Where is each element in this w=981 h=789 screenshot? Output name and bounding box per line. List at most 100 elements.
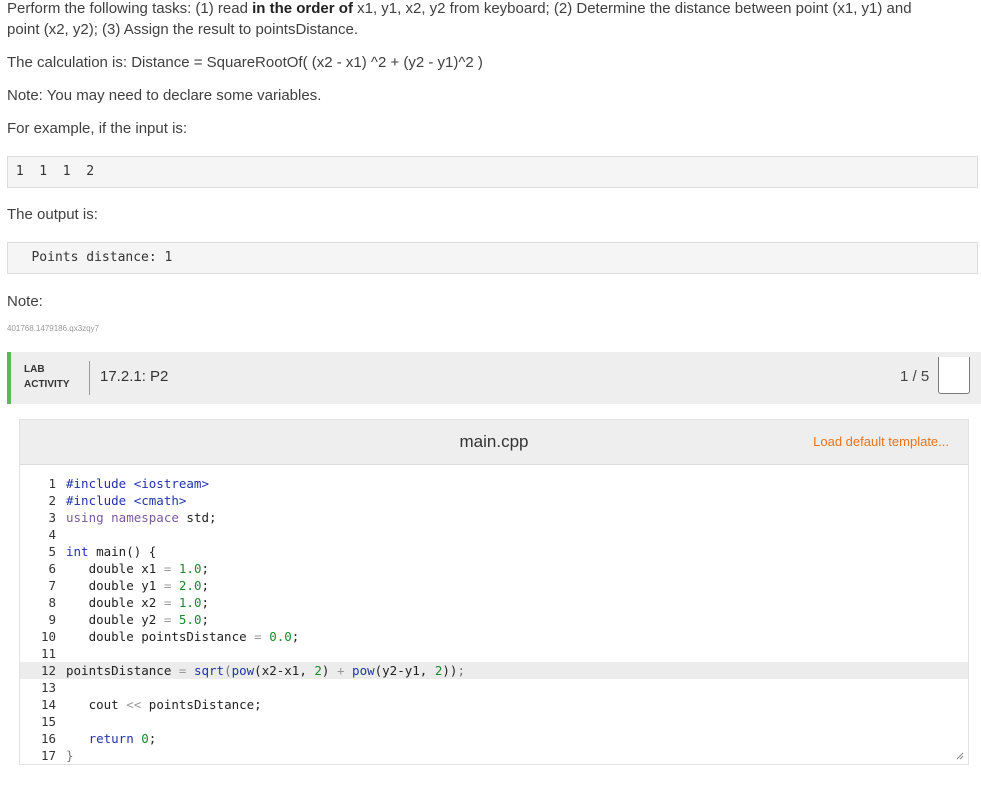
example-input-text: 1 1 1 2: [8, 164, 95, 179]
code-line[interactable]: 13: [20, 679, 968, 696]
line-number: 8: [48, 595, 56, 610]
code-text[interactable]: double pointsDistance = 0.0;: [66, 628, 300, 645]
code-text[interactable]: cout << pointsDistance;: [66, 696, 262, 713]
code-token: 2.0: [178, 578, 202, 593]
code-line[interactable]: 14 cout << pointsDistance;: [20, 696, 968, 713]
line-number: 5: [48, 544, 56, 559]
code-token: #include <iostream>: [66, 476, 209, 491]
line-number: 7: [48, 578, 56, 593]
code-token: #include <cmath>: [66, 493, 187, 508]
code-text[interactable]: double x1 = 1.0;: [66, 560, 209, 577]
code-token: (x2-x1,: [254, 663, 315, 678]
instruction-text-rest: x1, y1, x2, y2 from keyboard; (2) Determ…: [352, 0, 912, 17]
line-number: 16: [40, 731, 56, 746]
note-declare-text: Note: You may need to declare some varia…: [7, 87, 322, 104]
code-token: pow: [352, 663, 375, 678]
lab-label-line1: LAB: [24, 364, 45, 375]
code-token: ;: [201, 561, 210, 576]
code-text[interactable]: #include <iostream>: [66, 475, 209, 492]
code-token: pointsDistance: [66, 663, 179, 678]
code-token: return: [66, 731, 134, 746]
code-token: )): [442, 663, 458, 678]
code-token: 2: [314, 663, 322, 678]
code-line[interactable]: 1 #include <iostream>: [20, 475, 968, 492]
code-token: double pointsDistance: [66, 629, 255, 644]
code-token: ;: [291, 629, 300, 644]
load-default-template-link[interactable]: Load default template...: [813, 434, 949, 449]
code-line[interactable]: 12 pointsDistance = sqrt(pow(x2-x1, 2) + …: [20, 662, 968, 679]
code-text[interactable]: double y1 = 2.0;: [66, 577, 209, 594]
code-token: std;: [178, 510, 217, 525]
line-number: 2: [48, 493, 56, 508]
completion-badge-icon: [938, 357, 970, 394]
line-number: 13: [40, 680, 56, 695]
line-number: 9: [48, 612, 56, 627]
lab-title: 17.2.1: P2: [100, 368, 169, 385]
lab-label-line2: ACTIVITY: [24, 379, 70, 390]
code-token: 1.0: [178, 561, 202, 576]
code-token: double y2: [66, 612, 164, 627]
line-number: 11: [40, 646, 56, 661]
code-token: double x1: [66, 561, 164, 576]
code-text[interactable]: }: [66, 747, 74, 764]
code-token: pow: [231, 663, 255, 678]
code-text[interactable]: #include <cmath>: [66, 492, 186, 509]
code-token: double y1: [66, 578, 164, 593]
code-line[interactable]: 15: [20, 713, 968, 730]
code-token: using namespace: [66, 510, 179, 525]
code-line[interactable]: 11: [20, 645, 968, 662]
output-intro-text: The output is:: [7, 206, 98, 223]
code-text[interactable]: double y2 = 5.0;: [66, 611, 209, 628]
lab-activity-label: LAB ACTIVITY: [24, 362, 70, 392]
code-line[interactable]: 3 using namespace std;: [20, 509, 968, 526]
code-text[interactable]: int main() {: [66, 543, 156, 560]
lab-divider: [89, 361, 90, 395]
code-token: 0.0: [269, 629, 292, 644]
code-line[interactable]: 6 double x1 = 1.0;: [20, 560, 968, 577]
code-line[interactable]: 2 #include <cmath>: [20, 492, 968, 509]
lab-activity-header: LAB ACTIVITY 17.2.1: P2 1 / 5: [7, 352, 981, 404]
code-line[interactable]: 7 double y1 = 2.0;: [20, 577, 968, 594]
instruction-paragraph: Perform the following tasks: (1) read in…: [7, 0, 912, 40]
calculation-text: The calculation is: Distance = SquareRoo…: [7, 54, 483, 71]
code-area[interactable]: 1 #include <iostream> 2 #include <cmath> 3 us…: [20, 475, 968, 763]
code-line[interactable]: 17}: [20, 747, 968, 764]
code-text[interactable]: pointsDistance = sqrt(pow(x2-x1, 2) + po…: [66, 662, 465, 679]
code-line[interactable]: 8 double x2 = 1.0;: [20, 594, 968, 611]
editor-toolbar: main.cpp Load default template...: [20, 420, 968, 465]
code-text[interactable]: return 0;: [66, 730, 157, 747]
code-token: ;: [457, 663, 465, 678]
code-token: <<: [126, 697, 142, 712]
line-number: 10: [40, 629, 56, 644]
line-number: 17: [40, 748, 56, 763]
line-number: 14: [40, 697, 56, 712]
line-number: 6: [48, 561, 56, 576]
code-token: cout: [66, 697, 127, 712]
instruction-text-start: Perform the following tasks: (1) read: [7, 0, 253, 17]
code-token: ;: [201, 578, 210, 593]
code-token: pointsDistance;: [141, 697, 262, 712]
code-line[interactable]: 16 return 0;: [20, 730, 968, 747]
code-token: sqrt: [193, 663, 225, 678]
code-line[interactable]: 9 double y2 = 5.0;: [20, 611, 968, 628]
activity-id-text: 401768.1479186.qx3zqy7: [7, 324, 100, 333]
code-line[interactable]: 5 int main() {: [20, 543, 968, 560]
code-token: ;: [201, 595, 210, 610]
code-token: 0: [141, 731, 149, 746]
resize-grip-icon[interactable]: [956, 752, 964, 760]
code-text[interactable]: using namespace std;: [66, 509, 217, 526]
code-token: =: [254, 629, 262, 644]
code-token: ;: [148, 731, 157, 746]
code-text[interactable]: double x2 = 1.0;: [66, 594, 209, 611]
code-editor: main.cpp Load default template... 1 #incl…: [19, 419, 969, 765]
code-token: 1.0: [178, 595, 202, 610]
code-line[interactable]: 4: [20, 526, 968, 543]
code-token: ;: [201, 612, 210, 627]
code-line[interactable]: 10 double pointsDistance = 0.0;: [20, 628, 968, 645]
code-token: 5.0: [178, 612, 202, 627]
